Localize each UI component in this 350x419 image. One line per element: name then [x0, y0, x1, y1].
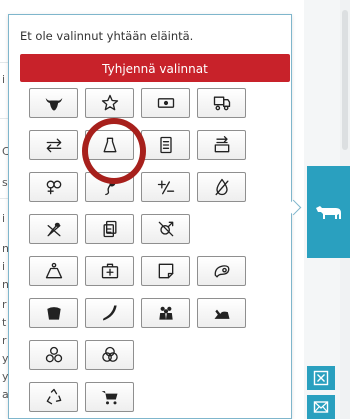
filter-button-insemination[interactable]	[85, 172, 134, 202]
filter-button-cart[interactable]	[85, 382, 134, 412]
recycle-icon	[46, 388, 61, 405]
banknote-icon	[157, 98, 174, 108]
animal-selection-tab[interactable]	[307, 166, 350, 258]
plus-minus-icon	[157, 180, 174, 195]
gender-symbols-icon	[46, 180, 61, 195]
filter-button-transport-exchange[interactable]	[197, 130, 246, 160]
mail-button[interactable]	[307, 395, 335, 419]
filter-button-plus-minus[interactable]	[141, 172, 190, 202]
background-text: i	[2, 260, 6, 273]
filter-button-transfer[interactable]	[29, 130, 78, 160]
filter-button-money[interactable]	[141, 88, 190, 118]
bucket-icon	[46, 307, 61, 320]
filter-button-truck[interactable]	[197, 88, 246, 118]
mail-icon	[313, 401, 329, 413]
drop-slash-icon	[215, 178, 228, 196]
background-text: s	[2, 176, 8, 189]
filter-button-gender[interactable]	[29, 172, 78, 202]
no-selection-message: Et ole valinnut yhtään eläintä.	[20, 29, 194, 43]
filter-button-note[interactable]	[141, 256, 190, 286]
cow-icon	[315, 206, 341, 219]
filter-button-no-insemination[interactable]	[29, 214, 78, 244]
filter-button-scale[interactable]	[29, 256, 78, 286]
feeding-icon	[214, 309, 229, 319]
filter-button-weight[interactable]	[85, 130, 134, 160]
note-icon	[158, 263, 173, 279]
background-text: r	[2, 298, 7, 311]
filter-button-three-circles[interactable]	[29, 340, 78, 370]
weight-icon	[103, 137, 116, 153]
close-box-icon	[313, 370, 329, 386]
document-icon	[159, 136, 172, 154]
filter-button-document[interactable]	[141, 130, 190, 160]
copy-documents-icon	[103, 220, 116, 238]
scale-icon	[45, 262, 62, 279]
sausage-icon	[214, 265, 229, 278]
filter-button-bucket[interactable]	[29, 298, 78, 328]
background-text: r	[2, 334, 7, 347]
transport-exchange-icon	[214, 136, 229, 153]
background-text: t	[2, 316, 7, 329]
overlapping-circles-icon	[101, 346, 118, 362]
background-text: i	[2, 212, 6, 225]
medical-kit-icon	[101, 263, 118, 279]
three-circles-icon	[45, 346, 62, 363]
clear-selections-button[interactable]: Tyhjennä valinnat	[20, 54, 290, 82]
filter-button-bull[interactable]	[29, 88, 78, 118]
scrollbar-thumb[interactable]	[342, 10, 348, 150]
horn-icon	[102, 305, 117, 321]
insemination-icon	[104, 180, 116, 196]
male-slash-icon	[158, 221, 173, 237]
crossed-sperm-icon	[47, 222, 60, 237]
filter-button-no-milk[interactable]	[197, 172, 246, 202]
filter-button-no-male[interactable]	[141, 214, 190, 244]
filter-button-copy[interactable]	[85, 214, 134, 244]
cart-icon	[101, 391, 117, 405]
filter-button-overlap[interactable]	[85, 340, 134, 370]
filter-button-group[interactable]	[141, 298, 190, 328]
group-icon	[158, 306, 173, 320]
background-text: i	[2, 73, 6, 86]
filter-button-meat[interactable]	[197, 256, 246, 286]
filter-button-star[interactable]	[85, 88, 134, 118]
filter-button-horn[interactable]	[85, 298, 134, 328]
filter-button-recycle[interactable]	[29, 382, 78, 412]
star-icon	[101, 94, 118, 111]
filter-button-medical[interactable]	[85, 256, 134, 286]
livestock-truck-icon	[213, 96, 230, 111]
close-box-button[interactable]	[307, 366, 335, 390]
bull-head-icon	[45, 98, 62, 111]
transfer-arrows-icon	[46, 138, 61, 153]
filter-button-feeding[interactable]	[197, 298, 246, 328]
